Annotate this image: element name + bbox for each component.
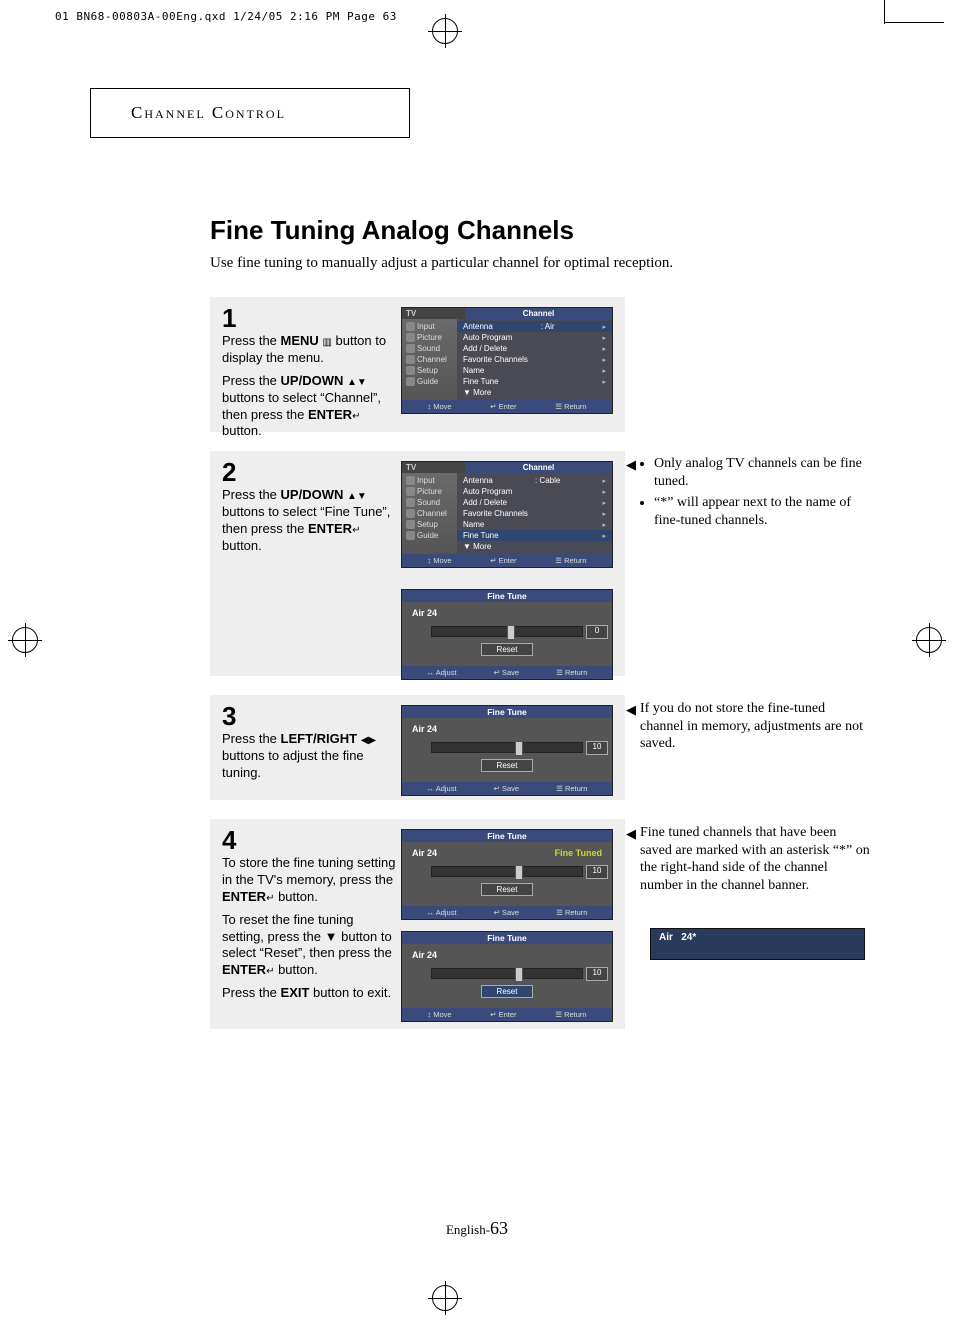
- intro-text: Use fine tuning to manually adjust a par…: [210, 255, 673, 272]
- osd-screenshot-3: Fine Tune Air 24 10 Reset ↔ Adjust↵ Save…: [401, 705, 613, 796]
- page-title: Fine Tuning Analog Channels: [210, 215, 574, 246]
- osd-screenshot-1: TV Channel Input Picture Sound Channel S…: [401, 307, 613, 414]
- section-title-box: Channel Control: [90, 88, 410, 138]
- side-note-step3: ◀ If you do not store the fine-tuned cha…: [640, 700, 870, 753]
- pointer-icon: ◀: [626, 702, 636, 718]
- crop-mark: [884, 22, 944, 23]
- print-job-header: 01 BN68-00803A-00Eng.qxd 1/24/05 2:16 PM…: [55, 10, 397, 23]
- page-footer: English-63: [0, 1218, 954, 1239]
- registration-mark-top: [432, 18, 458, 44]
- step-3-block: 3 Press the LEFT/RIGHT ◀▶ buttons to adj…: [210, 695, 625, 800]
- osd-screenshot-2b: Fine Tune Air 24 0 Reset ↔ Adjust↵ Save☰…: [401, 589, 613, 680]
- side-note-step4: ◀ Fine tuned channels that have been sav…: [640, 824, 870, 894]
- crop-mark: [884, 0, 885, 24]
- registration-mark-right: [916, 627, 942, 653]
- channel-banner-sample: Air 24*: [650, 928, 865, 960]
- pointer-icon: ◀: [626, 457, 636, 473]
- step-2-text: Press the UP/DOWN ▲▼ buttons to select “…: [222, 487, 397, 555]
- step-4-text: To store the fine tuning setting in the …: [222, 855, 397, 1002]
- osd-screenshot-4a: Fine Tune Air 24Fine Tuned 10 Reset ↔ Ad…: [401, 829, 613, 920]
- section-title: Channel Control: [131, 103, 286, 123]
- registration-mark-bottom: [432, 1285, 458, 1311]
- osd-screenshot-2a: TV Channel Input Picture Sound Channel S…: [401, 461, 613, 568]
- step-2-block: 2 Press the UP/DOWN ▲▼ buttons to select…: [210, 451, 625, 676]
- pointer-icon: ◀: [626, 826, 636, 842]
- step-3-text: Press the LEFT/RIGHT ◀▶ buttons to adjus…: [222, 731, 397, 782]
- side-note-step2: ◀ Only analog TV channels can be fine tu…: [640, 455, 870, 533]
- step-4-block: 4 To store the fine tuning setting in th…: [210, 819, 625, 1029]
- step-1-block: 1 Press the MENU ▥ button to display the…: [210, 297, 625, 432]
- osd-screenshot-4b: Fine Tune Air 24 10 Reset ↕ Move↵ Enter☰…: [401, 931, 613, 1022]
- step-1-text: Press the MENU ▥ button to display the m…: [222, 333, 397, 440]
- registration-mark-left: [12, 627, 38, 653]
